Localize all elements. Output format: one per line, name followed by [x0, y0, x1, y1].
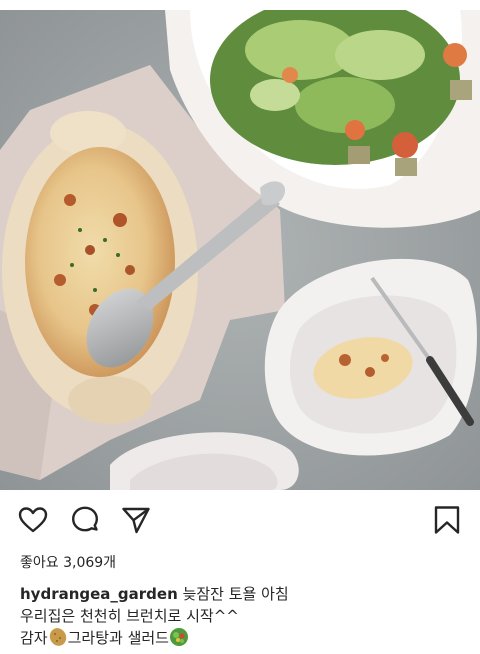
like-button[interactable] [17, 504, 49, 536]
comment-icon [72, 506, 98, 532]
comment-button[interactable] [69, 504, 101, 536]
action-bar [0, 490, 480, 550]
caption-line-2: 우리집은 천천히 브런치로 시작^^ [20, 607, 239, 625]
bookmark-icon [434, 506, 460, 534]
salad-emoji-icon [169, 627, 189, 653]
caption-text-3b: 그라탕과 샐러드 [67, 629, 169, 647]
paper-plane-icon [122, 507, 150, 534]
heart-icon [18, 507, 48, 533]
caption-text-3a: 감자 [20, 629, 48, 647]
share-button[interactable] [120, 504, 152, 536]
post-caption: hydrangea_garden 늦잠잔 토욜 아침 우리집은 천천히 브런치로… [20, 583, 460, 653]
potato-emoji-icon [48, 627, 68, 653]
likes-count[interactable]: 좋아요 3,069개 [20, 552, 116, 572]
username-link[interactable]: hydrangea_garden [20, 585, 178, 603]
post-photo[interactable] [0, 10, 480, 490]
bookmark-button[interactable] [431, 504, 463, 536]
caption-line-3: 감자 그라탕과 샐러드 [20, 627, 460, 653]
caption-line-1: hydrangea_garden 늦잠잔 토욜 아침 [20, 583, 460, 605]
caption-text-1: 늦잠잔 토욜 아침 [182, 585, 289, 603]
